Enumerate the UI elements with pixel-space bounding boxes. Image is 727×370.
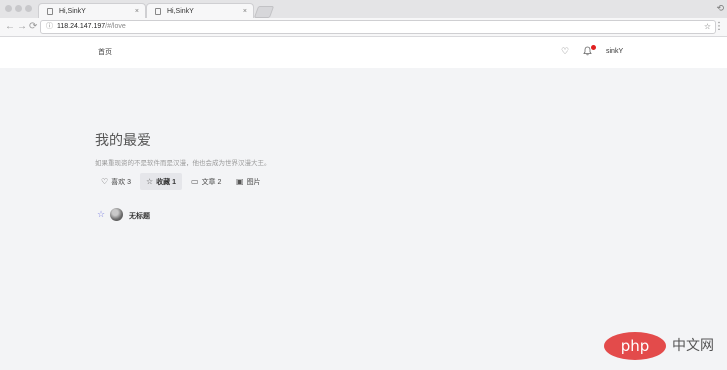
close-icon[interactable]: × [243, 4, 247, 19]
info-icon[interactable]: ⓘ [46, 21, 53, 33]
tab-images[interactable]: ▣ 图片 [230, 173, 267, 190]
browser-tab-strip: Hi,SinkY × Hi,SinkY × ⟲ [0, 0, 727, 19]
address-bar[interactable]: ⓘ 118.24.147.197/#/love ☆ [40, 20, 716, 34]
window-minimize-dot[interactable] [15, 5, 22, 12]
profile-icon[interactable]: ⟲ [716, 3, 724, 14]
url-host: 118.24.147.197 [57, 23, 106, 30]
tab-label: 收藏 1 [156, 179, 177, 186]
heart-icon[interactable]: ♡ [561, 46, 569, 57]
folder-icon: ▭ [191, 177, 199, 186]
nav-home-link[interactable]: 首页 [98, 47, 112, 57]
close-icon[interactable]: × [135, 4, 139, 19]
tab-favorites[interactable]: ☆ 收藏 1 [140, 173, 183, 190]
url-path: /#/love [105, 23, 126, 30]
avatar [110, 208, 123, 221]
page-icon [47, 8, 53, 15]
browser-toolbar: ← → ⟳ ⓘ 118.24.147.197/#/love ☆ ⋮ [0, 18, 727, 37]
image-icon: ▣ [236, 177, 244, 186]
page-subtitle: 如果重现资的不是软件而是汉漫，他也会成为世界汉漫大王。 [95, 160, 271, 167]
page-title: 我的最爱 [95, 132, 151, 148]
site-header: 首页 ♡ sinkY [0, 37, 727, 68]
tab-likes[interactable]: ♡ 喜欢 3 [95, 173, 137, 190]
heart-icon: ♡ [101, 177, 109, 186]
browser-tab-title: Hi,SinkY [167, 8, 194, 15]
bookmark-star-icon[interactable]: ☆ [704, 21, 711, 33]
tab-label: 图片 [246, 179, 261, 186]
tab-label: 文章 2 [201, 179, 222, 186]
notification-badge [591, 45, 596, 50]
browser-tab-2[interactable]: Hi,SinkY × [146, 3, 254, 18]
new-tab-button[interactable] [253, 6, 275, 18]
browser-menu-icon[interactable]: ⋮ [714, 20, 724, 34]
tab-articles[interactable]: ▭ 文章 2 [185, 173, 227, 190]
url-text: 118.24.147.197/#/love [57, 21, 126, 33]
star-icon: ☆ [146, 177, 154, 186]
item-title[interactable]: 无标题 [129, 211, 150, 221]
forward-icon[interactable]: → [17, 20, 27, 34]
tab-label: 喜欢 3 [111, 179, 132, 186]
star-icon[interactable]: ☆ [97, 209, 105, 220]
browser-tab-title: Hi,SinkY [59, 8, 86, 15]
window-zoom-dot[interactable] [25, 5, 32, 12]
php-watermark: php 中文网 [604, 327, 722, 365]
user-menu[interactable]: sinkY [606, 48, 623, 55]
window-close-dot[interactable] [5, 5, 12, 12]
watermark-text: 中文网 [672, 337, 714, 353]
php-logo: php [604, 332, 666, 360]
browser-tab-1[interactable]: Hi,SinkY × [38, 3, 146, 18]
page-icon [155, 8, 161, 15]
reload-icon[interactable]: ⟳ [29, 20, 37, 34]
back-icon[interactable]: ← [5, 20, 15, 34]
